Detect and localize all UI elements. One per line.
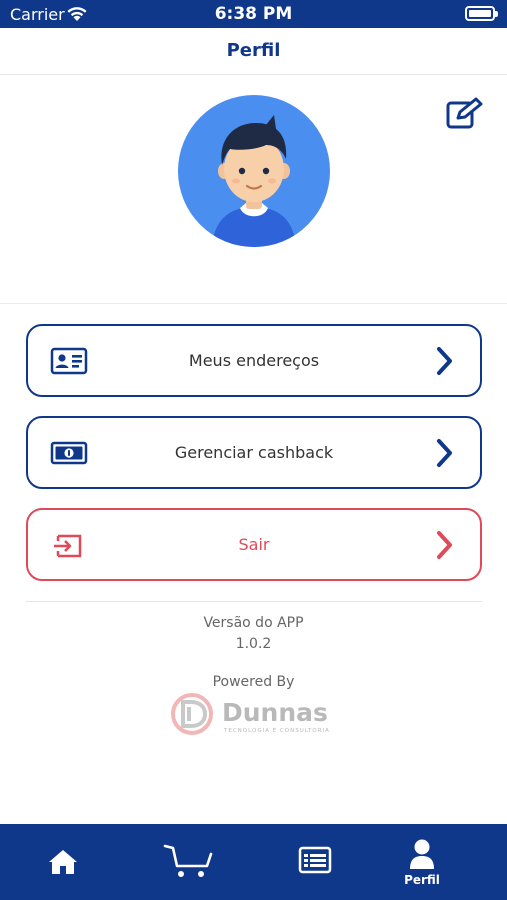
navigation-header: Perfil bbox=[0, 28, 507, 75]
logout-label: Sair bbox=[238, 535, 270, 554]
version-label: Versão do APP bbox=[203, 615, 304, 631]
powered-by-label: Powered By bbox=[212, 674, 295, 690]
version-value: 1.0.2 bbox=[235, 636, 272, 652]
manage-cashback-label: Gerenciar cashback bbox=[174, 443, 334, 462]
user-icon bbox=[410, 839, 434, 869]
my-addresses-label: Meus endereços bbox=[188, 351, 320, 370]
status-bar: Carrier 6:38 PM bbox=[0, 0, 507, 28]
profile-section bbox=[0, 75, 507, 304]
section-divider bbox=[26, 601, 482, 602]
list-icon bbox=[298, 846, 332, 874]
edit-icon[interactable] bbox=[446, 97, 484, 129]
chevron-right-icon bbox=[437, 347, 452, 375]
logout-button[interactable]: Sair bbox=[26, 508, 482, 581]
cart-icon bbox=[163, 844, 213, 877]
clock: 6:38 PM bbox=[214, 4, 293, 24]
battery-icon bbox=[465, 6, 498, 21]
my-addresses-button[interactable]: Meus endereços bbox=[26, 324, 482, 397]
manage-cashback-button[interactable]: Gerenciar cashback bbox=[26, 416, 482, 489]
user-avatar-illustration bbox=[212, 115, 296, 247]
chevron-right-icon bbox=[437, 531, 452, 559]
tab-bar: Perfil bbox=[0, 824, 507, 900]
page-title: Perfil bbox=[226, 40, 281, 61]
avatar bbox=[178, 95, 330, 247]
chevron-right-icon bbox=[437, 439, 452, 467]
tab-cart[interactable] bbox=[126, 824, 252, 900]
tab-profile[interactable]: Perfil bbox=[358, 824, 486, 900]
svg-text:Dunnas: Dunnas bbox=[222, 698, 328, 727]
svg-text:TECNOLOGIA E CONSULTORIA: TECNOLOGIA E CONSULTORIA bbox=[223, 728, 330, 734]
tab-home[interactable] bbox=[0, 824, 126, 900]
home-icon bbox=[49, 850, 77, 874]
dunnas-logo: Dunnas TECNOLOGIA E CONSULTORIA bbox=[171, 693, 330, 735]
tab-profile-label: Perfil bbox=[404, 873, 440, 887]
